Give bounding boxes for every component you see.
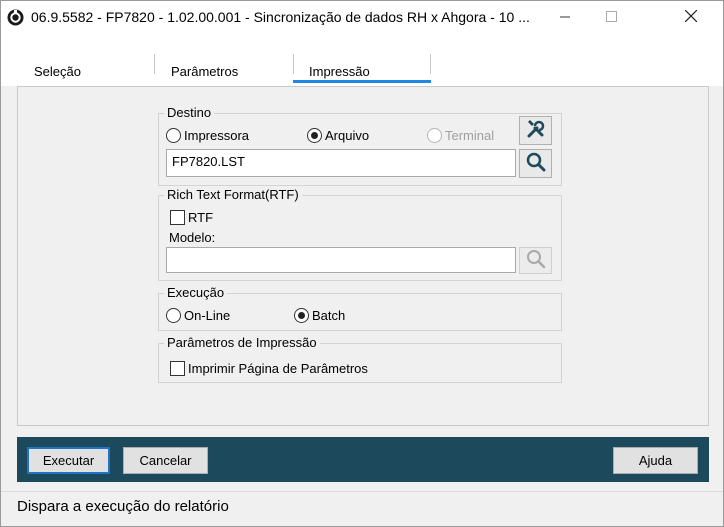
- title-bar: 06.9.5582 - FP7820 - 1.02.00.001 - Sincr…: [1, 1, 723, 34]
- status-text: Dispara a execução do relatório: [17, 498, 229, 515]
- checkbox-indicator: [170, 361, 185, 376]
- cancel-button[interactable]: Cancelar: [123, 447, 208, 474]
- tab-selecao[interactable]: Seleção: [34, 64, 81, 79]
- maximize-icon: [605, 10, 617, 25]
- maximize-button[interactable]: [588, 1, 634, 34]
- radio-arquivo-label: Arquivo: [325, 128, 370, 143]
- destino-file-input[interactable]: FP7820.LST: [166, 149, 516, 177]
- model-search-button[interactable]: [519, 247, 552, 274]
- radio-online-label: On-Line: [184, 308, 231, 323]
- file-search-button[interactable]: [519, 149, 552, 178]
- help-button[interactable]: Ajuda: [613, 447, 698, 474]
- radio-indicator: [294, 308, 309, 323]
- tab-parametros[interactable]: Parâmetros: [171, 64, 238, 79]
- param-impressao-title: Parâmetros de Impressão: [164, 335, 320, 350]
- status-bar: Dispara a execução do relatório: [1, 491, 723, 526]
- execucao-group: Execução On-Line Batch: [158, 285, 562, 331]
- rtf-group: Rich Text Format(RTF) RTF Modelo:: [158, 187, 562, 281]
- tab-bar: Seleção Parâmetros Impressão: [1, 34, 723, 86]
- radio-online[interactable]: On-Line: [166, 308, 230, 323]
- execucao-title: Execução: [164, 285, 228, 300]
- radio-arquivo[interactable]: Arquivo: [307, 128, 369, 143]
- radio-impressora[interactable]: Impressora: [166, 128, 249, 143]
- radio-terminal[interactable]: Terminal: [427, 128, 494, 143]
- tab-separator: [154, 54, 155, 74]
- radio-indicator: [307, 128, 322, 143]
- radio-indicator: [427, 128, 442, 143]
- printer-setup-button[interactable]: [519, 116, 552, 145]
- destino-group: Destino Impressora Arquivo Terminal FP78…: [158, 105, 562, 186]
- tab-separator: [293, 54, 294, 74]
- logo-icon: [7, 9, 24, 26]
- checkbox-indicator: [170, 210, 185, 225]
- minimize-button[interactable]: [542, 1, 588, 34]
- radio-indicator: [166, 308, 181, 323]
- rtf-model-input[interactable]: [166, 247, 516, 273]
- execute-button[interactable]: Executar: [27, 447, 110, 474]
- tab-impressao[interactable]: Impressão: [309, 64, 370, 79]
- dialog-window: 06.9.5582 - FP7820 - 1.02.00.001 - Sincr…: [0, 0, 724, 527]
- search-icon: [526, 152, 546, 175]
- tools-icon: [526, 119, 546, 142]
- print-params-checkbox[interactable]: Imprimir Página de Parâmetros: [170, 361, 368, 376]
- radio-impressora-label: Impressora: [184, 128, 250, 143]
- close-button[interactable]: [668, 1, 714, 34]
- radio-batch[interactable]: Batch: [294, 308, 345, 323]
- radio-batch-label: Batch: [312, 308, 346, 323]
- tab-content-impressao: Destino Impressora Arquivo Terminal FP78…: [17, 86, 709, 426]
- close-icon: [684, 9, 698, 25]
- rtf-title: Rich Text Format(RTF): [164, 187, 302, 202]
- tab-separator: [430, 54, 431, 74]
- window-title: 06.9.5582 - FP7820 - 1.02.00.001 - Sincr…: [31, 9, 530, 25]
- minimize-icon: [560, 10, 570, 25]
- radio-terminal-label: Terminal: [445, 128, 495, 143]
- active-tab-indicator: [293, 80, 431, 83]
- destino-title: Destino: [164, 105, 215, 120]
- print-params-label: Imprimir Página de Parâmetros: [188, 361, 368, 376]
- search-icon: [526, 249, 546, 272]
- button-bar: Executar Cancelar Ajuda: [17, 437, 709, 482]
- modelo-label: Modelo:: [169, 230, 216, 245]
- radio-indicator: [166, 128, 181, 143]
- rtf-checkbox[interactable]: RTF: [170, 210, 213, 225]
- param-impressao-group: Parâmetros de Impressão Imprimir Página …: [158, 335, 562, 383]
- rtf-checkbox-label: RTF: [188, 210, 214, 225]
